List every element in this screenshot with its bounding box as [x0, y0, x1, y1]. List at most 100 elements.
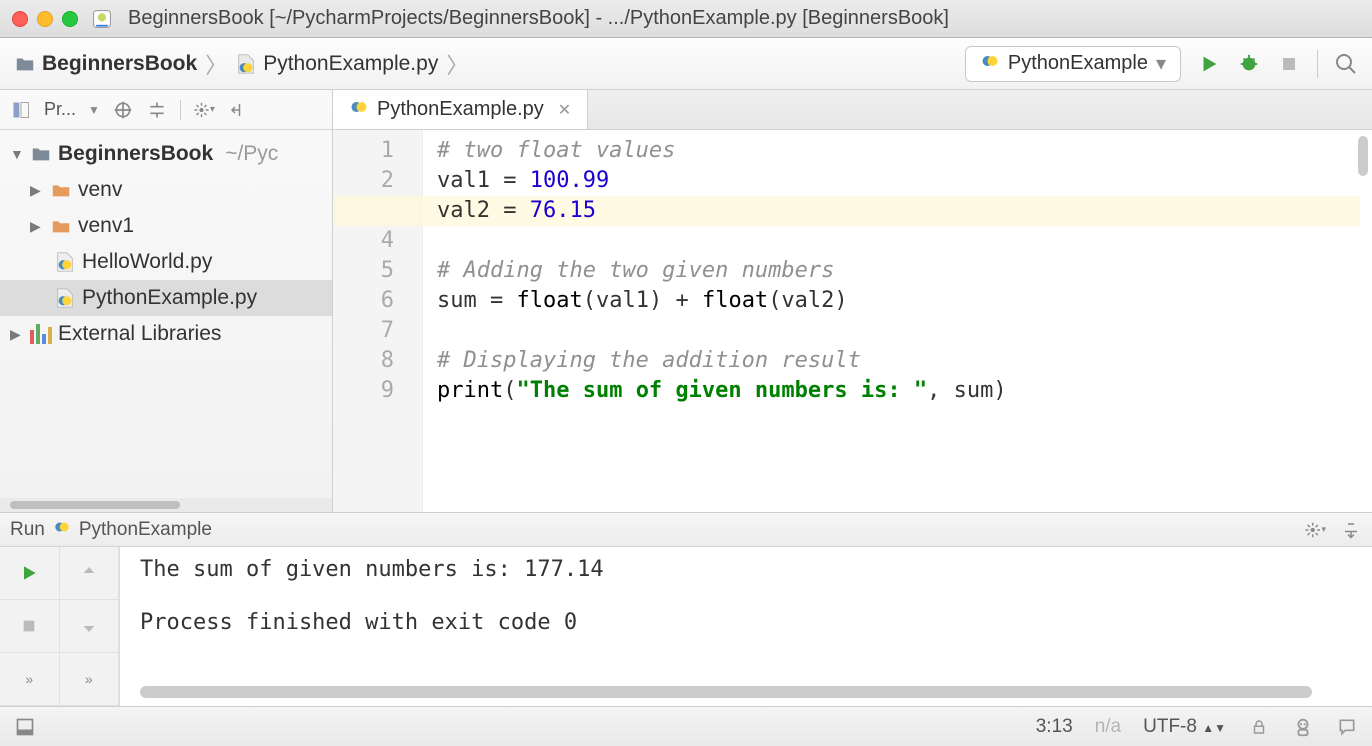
tree-item-label: PythonExample.py — [82, 286, 257, 310]
project-sidebar: Pr... ▼ ▾ ▼ BeginnersBook ~/Pyc ▶ venv ▶ — [0, 90, 333, 512]
line-number[interactable]: 6 — [333, 286, 394, 316]
down-stack-button[interactable] — [60, 600, 120, 653]
run-configuration-dropdown[interactable]: PythonExample ▾ — [965, 46, 1181, 82]
caret-position[interactable]: 3:13 — [1036, 716, 1073, 738]
navigation-bar: BeginnersBook 〉 PythonExample.py 〉 Pytho… — [0, 38, 1372, 90]
feedback-icon[interactable] — [1336, 716, 1358, 738]
run-console[interactable]: The sum of given numbers is: 177.14 Proc… — [120, 547, 1372, 706]
chevron-down-icon: ▾ — [1156, 51, 1166, 76]
minimize-window-button[interactable] — [37, 11, 53, 27]
up-stack-button[interactable] — [60, 547, 120, 600]
line-number[interactable]: 4 — [333, 226, 394, 256]
hide-icon[interactable] — [1340, 519, 1362, 541]
encoding-label: UTF-8 — [1143, 716, 1197, 737]
line-number[interactable]: 7 — [333, 316, 394, 346]
line-separator[interactable]: n/a — [1095, 716, 1121, 738]
code-number: 76.15 — [530, 198, 596, 223]
zoom-window-button[interactable] — [62, 11, 78, 27]
breadcrumb-file[interactable]: PythonExample.py — [263, 52, 438, 76]
run-tool-window: Run PythonExample ▾ » » The sum of given… — [0, 512, 1372, 706]
hide-icon[interactable] — [227, 99, 249, 121]
breadcrumb[interactable]: BeginnersBook 〉 PythonExample.py 〉 — [14, 48, 470, 80]
line-number-gutter[interactable]: 1 2 3 4 5 6 7 8 9 — [333, 130, 423, 512]
inspector-icon[interactable] — [1292, 716, 1314, 738]
tree-file-pythonexample[interactable]: PythonExample.py — [0, 280, 332, 316]
search-everywhere-button[interactable] — [1334, 52, 1358, 76]
tree-project-root[interactable]: ▼ BeginnersBook ~/Pyc — [0, 136, 332, 172]
collapse-all-icon[interactable] — [146, 99, 168, 121]
more-right-icon[interactable]: » — [60, 653, 120, 706]
rerun-button[interactable] — [0, 547, 60, 600]
editor-tabs: PythonExample.py ✕ — [333, 90, 1372, 130]
folder-icon — [30, 143, 52, 165]
gutter-highlight — [333, 196, 423, 226]
code-builtin: print — [437, 378, 503, 403]
file-encoding[interactable]: UTF-8 ▲▼ — [1143, 716, 1226, 738]
breadcrumb-project[interactable]: BeginnersBook — [42, 52, 197, 76]
chevron-right-icon: 〉 — [205, 48, 227, 80]
run-header: Run PythonExample ▾ — [0, 513, 1372, 547]
gear-icon[interactable]: ▾ — [193, 99, 215, 121]
main-area: Pr... ▼ ▾ ▼ BeginnersBook ~/Pyc ▶ venv ▶ — [0, 90, 1372, 512]
code-builtin: float — [702, 288, 768, 313]
folder-icon — [50, 215, 72, 237]
debug-button[interactable] — [1237, 52, 1261, 76]
close-window-button[interactable] — [12, 11, 28, 27]
sort-icon: ▲▼ — [1202, 721, 1226, 735]
code-string: "The sum of given numbers is: " — [516, 378, 927, 403]
stop-button[interactable] — [0, 600, 60, 653]
project-tree[interactable]: ▼ BeginnersBook ~/Pyc ▶ venv ▶ venv1 Hel… — [0, 130, 332, 498]
sidebar-label[interactable]: Pr... — [44, 99, 76, 120]
line-number[interactable]: 8 — [333, 346, 394, 376]
run-toolbar: » » — [0, 547, 120, 706]
python-file-icon — [235, 53, 257, 75]
gear-icon[interactable]: ▾ — [1304, 519, 1326, 541]
python-file-icon — [54, 251, 76, 273]
chevron-right-icon: 〉 — [446, 48, 468, 80]
line-number[interactable]: 9 — [333, 376, 394, 406]
tree-project-path: ~/Pyc — [225, 142, 278, 166]
target-icon[interactable] — [112, 99, 134, 121]
close-tab-icon[interactable]: ✕ — [558, 100, 571, 120]
window-titlebar: BeginnersBook [~/PycharmProjects/Beginne… — [0, 0, 1372, 38]
more-left-icon[interactable]: » — [0, 653, 60, 706]
editor-tab-pythonexample[interactable]: PythonExample.py ✕ — [333, 90, 588, 129]
stop-button[interactable] — [1277, 52, 1301, 76]
code-var: val2 — [437, 198, 490, 223]
run-config-label: PythonExample — [1008, 52, 1148, 75]
console-horizontal-scrollbar[interactable] — [140, 686, 1312, 698]
expand-arrow-icon[interactable]: ▶ — [30, 182, 44, 199]
expand-arrow-icon[interactable]: ▶ — [30, 218, 44, 235]
tree-project-name: BeginnersBook — [58, 142, 213, 166]
code-var: sum — [437, 288, 477, 313]
line-number[interactable]: 1 — [333, 136, 394, 166]
python-file-icon — [53, 518, 71, 542]
tree-item-label: venv1 — [78, 214, 134, 238]
code-var: val1 — [437, 168, 490, 193]
code-var: sum — [954, 378, 994, 403]
code-editor[interactable]: 1 2 3 4 5 6 7 8 9 # two float values val… — [333, 130, 1372, 512]
tree-folder-venv1[interactable]: ▶ venv1 — [0, 208, 332, 244]
run-config-name[interactable]: PythonExample — [79, 519, 212, 541]
tree-external-libraries[interactable]: ▶ External Libraries — [0, 316, 332, 352]
expand-arrow-icon[interactable]: ▶ — [10, 326, 24, 343]
libraries-icon — [30, 323, 52, 345]
editor-tab-label: PythonExample.py — [377, 98, 544, 121]
line-number[interactable]: 5 — [333, 256, 394, 286]
tree-file-helloworld[interactable]: HelloWorld.py — [0, 244, 332, 280]
console-output-line: The sum of given numbers is: 177.14 — [140, 557, 1352, 582]
sidebar-horizontal-scrollbar[interactable] — [0, 498, 332, 512]
tree-folder-venv[interactable]: ▶ venv — [0, 172, 332, 208]
project-view-icon[interactable] — [10, 99, 32, 121]
python-file-icon — [349, 97, 369, 123]
tool-window-quick-access-icon[interactable] — [14, 716, 36, 738]
lock-icon[interactable] — [1248, 716, 1270, 738]
code-comment: # Displaying the addition result — [437, 348, 861, 373]
tree-item-label: HelloWorld.py — [82, 250, 212, 274]
line-number[interactable]: 2 — [333, 166, 394, 196]
expand-arrow-icon[interactable]: ▼ — [10, 146, 24, 162]
status-bar: 3:13 n/a UTF-8 ▲▼ — [0, 706, 1372, 746]
run-button[interactable] — [1197, 52, 1221, 76]
tree-item-label: venv — [78, 178, 122, 202]
code-content[interactable]: # two float values val1 = 100.99 val2 = … — [423, 130, 1372, 512]
